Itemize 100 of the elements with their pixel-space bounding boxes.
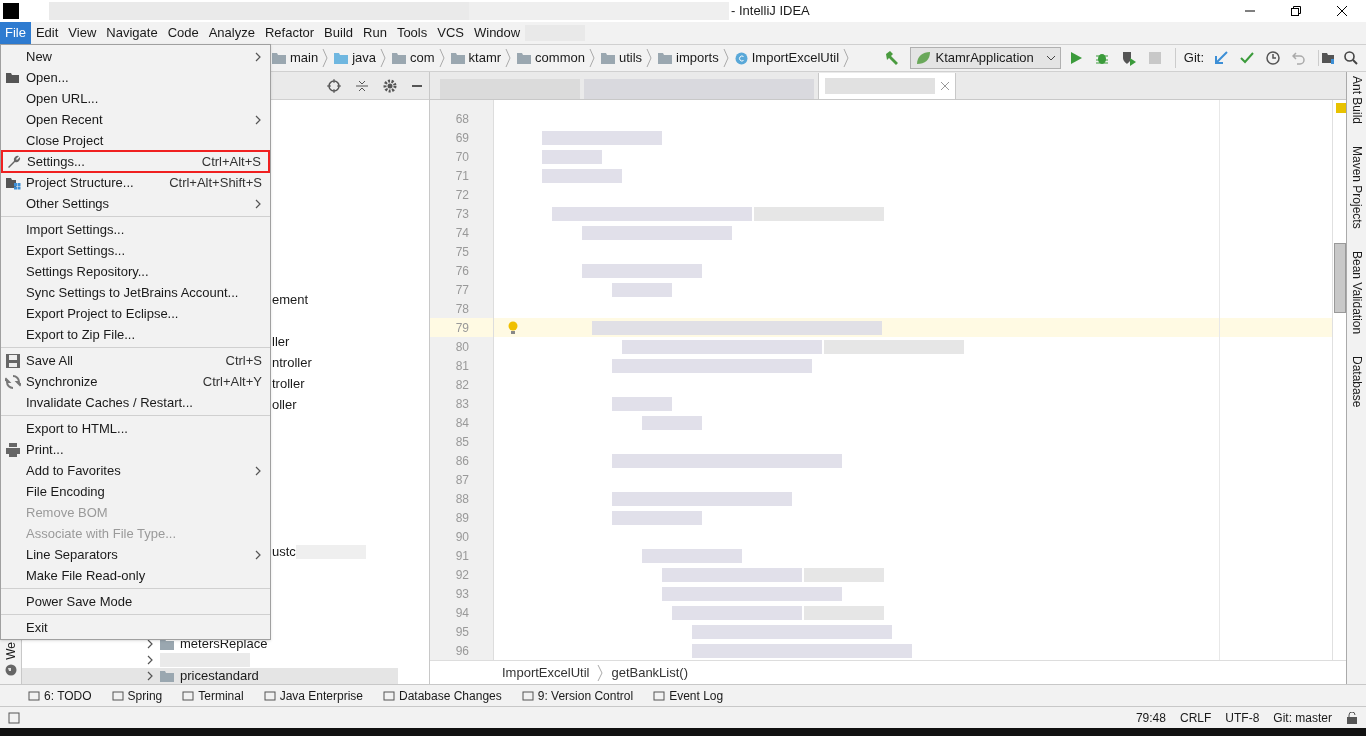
menu-item[interactable]: Sync Settings to JetBrains Account... [1, 282, 270, 303]
menu-item[interactable]: Invalidate Caches / Restart... [1, 392, 270, 413]
git-branch-selector[interactable]: Git: master [1273, 708, 1332, 727]
tool-tab-icon [383, 689, 395, 702]
revert-icon[interactable] [1292, 51, 1306, 65]
menu-item[interactable]: Make File Read-only [1, 565, 270, 586]
tool-window-tab[interactable]: Spring [111, 686, 163, 705]
restore-icon[interactable] [1290, 5, 1302, 17]
run-configuration-dropdown[interactable]: KtamrApplication [910, 47, 1061, 69]
line-number: 93 [455, 585, 469, 603]
menu-bar-item[interactable]: Tools [391, 22, 433, 44]
bug-icon[interactable] [1094, 51, 1109, 65]
menu-item[interactable]: Line Separators [1, 544, 270, 565]
line-ending-selector[interactable]: CRLF [1179, 708, 1212, 727]
menu-item[interactable]: Add to Favorites [1, 460, 270, 481]
tree-item[interactable]: troller [272, 373, 305, 394]
menu-item[interactable]: Other Settings [1, 193, 270, 214]
line-number: 71 [455, 167, 469, 185]
checkmark-icon[interactable] [1240, 51, 1254, 65]
menu-item[interactable]: Settings... Ctrl+Alt+S [2, 151, 269, 172]
breadcrumb[interactable]: java [352, 48, 377, 68]
cursor-position[interactable]: 79:48 [1135, 708, 1166, 727]
breadcrumb[interactable]: com [410, 48, 435, 68]
menu-bar-item[interactable]: Refactor [259, 22, 320, 44]
menu-item[interactable]: File Encoding [1, 481, 270, 502]
separator-chevron-icon [438, 48, 445, 68]
tree-item[interactable]: oller [272, 394, 297, 415]
editor-breadcrumb[interactable]: ImportExcelUtil [502, 662, 590, 683]
close-icon[interactable] [1336, 5, 1348, 17]
menu-item[interactable]: Open Recent [1, 109, 270, 130]
tool-window-tab[interactable]: Event Log [653, 686, 724, 705]
tree-item[interactable]: pricestandard [22, 668, 398, 684]
menu-bar-item[interactable]: File [0, 22, 31, 44]
line-number: 84 [455, 414, 469, 432]
tool-window-tab[interactable]: 6: TODO [28, 686, 92, 705]
tool-window-tab[interactable]: 9: Version Control [521, 686, 634, 705]
menu-item[interactable]: Export to HTML... [1, 418, 270, 439]
menu-bar-item[interactable]: Window [468, 22, 526, 44]
menu-item[interactable]: Export Settings... [1, 240, 270, 261]
project-structure-icon[interactable] [1318, 50, 1334, 66]
menu-bar-item[interactable]: Analyze [203, 22, 260, 44]
breadcrumb[interactable]: ktamr [468, 48, 502, 68]
encoding-selector[interactable]: UTF-8 [1225, 708, 1260, 727]
menu-bar-item[interactable]: Code [162, 22, 204, 44]
update-arrow-icon[interactable] [1214, 51, 1228, 65]
line-number: 83 [455, 395, 469, 413]
tool-window-button[interactable]: Database [1347, 355, 1366, 408]
tree-item[interactable]: metersReplace [22, 636, 398, 652]
blurred-patch [542, 149, 602, 164]
coverage-icon[interactable] [1120, 50, 1137, 66]
tool-window-button[interactable]: Maven Projects [1347, 146, 1366, 229]
run-icon[interactable] [1068, 51, 1083, 65]
tool-window-button[interactable]: Ant Build [1347, 76, 1366, 125]
tool-window-button[interactable]: Bean Validation [1347, 250, 1366, 334]
breadcrumb[interactable]: main [290, 48, 319, 68]
menu-item[interactable]: Power Save Mode [1, 591, 270, 612]
menu-item[interactable]: Import Settings... [1, 219, 270, 240]
lock-icon[interactable] [1346, 711, 1358, 724]
menu-item[interactable]: Save All Ctrl+S [1, 350, 270, 371]
menu-bar-item[interactable]: Edit [30, 22, 64, 44]
menu-item[interactable]: Close Project [1, 130, 270, 151]
menu-bar-item[interactable]: VCS [432, 22, 469, 44]
tree-item[interactable]: ntroller [272, 352, 312, 373]
menu-bar-item[interactable]: Run [358, 22, 392, 44]
menu-bar-item[interactable]: Build [319, 22, 358, 44]
line-number: 70 [455, 148, 469, 166]
folder-icon [600, 52, 615, 64]
tree-item[interactable]: ustc [272, 541, 296, 562]
menu-item[interactable]: Open... [1, 67, 270, 88]
menu-item[interactable]: Project Structure... Ctrl+Alt+Shift+S [1, 172, 270, 193]
breadcrumb[interactable]: ImportExcelUtil [751, 48, 840, 68]
menu-bar-item[interactable]: View [63, 22, 102, 44]
search-icon[interactable] [1344, 51, 1358, 65]
line-number: 73 [455, 205, 469, 223]
menu-item[interactable]: Synchronize Ctrl+Alt+Y [1, 371, 270, 392]
tool-window-button[interactable]: We [1, 642, 20, 660]
tree-item[interactable]: ement [272, 289, 309, 310]
breadcrumb[interactable]: common [535, 48, 585, 68]
menu-item[interactable]: Open URL... [1, 88, 270, 109]
tool-window-tab[interactable]: Java Enterprise [263, 686, 363, 705]
settings-icon[interactable] [383, 78, 397, 93]
menu-item[interactable]: Exit [1, 617, 270, 638]
breadcrumb[interactable]: imports [676, 48, 719, 68]
print-icon [5, 441, 21, 458]
menu-item[interactable]: Export Project to Eclipse... [1, 303, 270, 324]
toggle-panels-icon[interactable] [8, 711, 20, 724]
editor-breadcrumb[interactable]: getBankList() [611, 662, 688, 683]
tool-window-tab[interactable]: Database Changes [383, 686, 502, 705]
menu-item[interactable]: New [1, 46, 270, 67]
breadcrumb[interactable]: utils [618, 48, 643, 68]
history-icon[interactable] [1266, 51, 1280, 65]
collapse-icon[interactable] [355, 78, 369, 93]
menu-item[interactable]: Print... [1, 439, 270, 460]
tool-window-tab[interactable]: Terminal [182, 686, 244, 705]
menu-bar-item[interactable]: Navigate [101, 22, 163, 44]
tree-item[interactable]: ller [272, 331, 290, 352]
locate-icon[interactable] [327, 78, 341, 93]
menu-item[interactable]: Settings Repository... [1, 261, 270, 282]
lightbulb-icon[interactable] [508, 320, 518, 335]
menu-item[interactable]: Export to Zip File... [1, 324, 270, 345]
